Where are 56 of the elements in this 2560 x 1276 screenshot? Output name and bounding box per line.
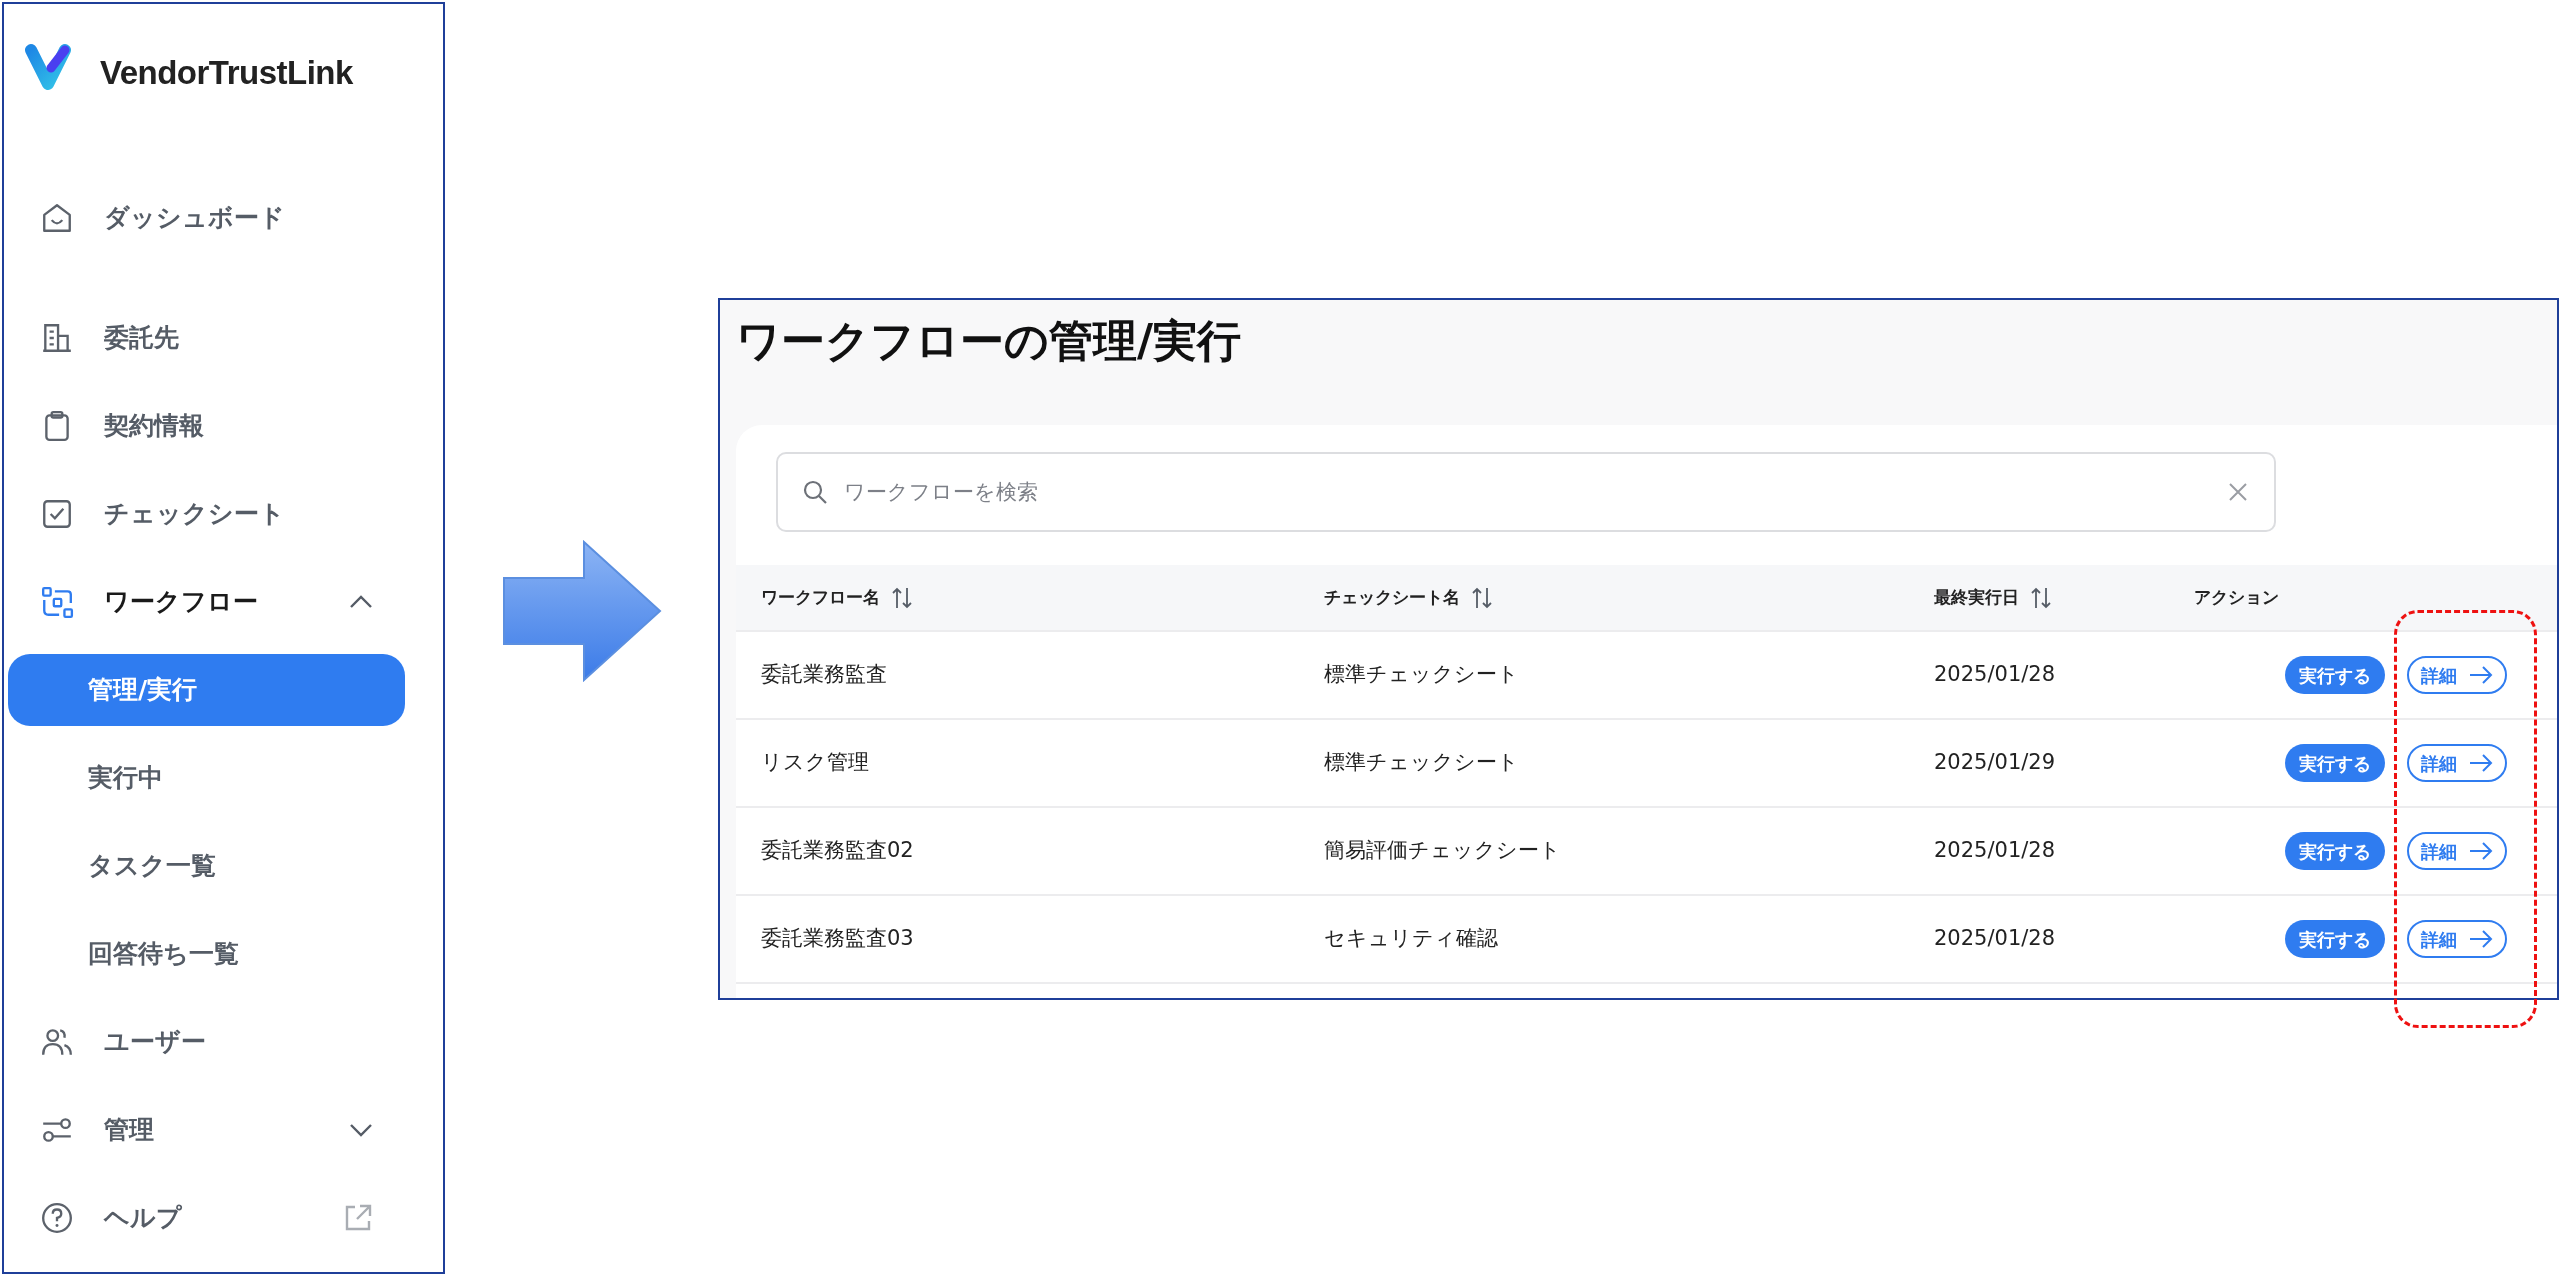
arrow-right-icon <box>2469 665 2493 685</box>
table-cell-text: セキュリティ確認 <box>1324 925 1499 953</box>
column-header[interactable]: ワークフロー名 <box>761 584 880 611</box>
detail-button[interactable]: 詳細 <box>2407 920 2507 958</box>
column-header[interactable]: アクション <box>2194 584 2279 611</box>
workflow-icon <box>40 585 74 619</box>
run-button[interactable]: 実行する <box>2285 744 2385 782</box>
chevron-down-icon <box>349 1123 373 1137</box>
run-button[interactable]: 実行する <box>2285 656 2385 694</box>
external-link-icon <box>343 1203 373 1233</box>
sidebar-item[interactable]: ヘルプ <box>4 1174 443 1262</box>
sidebar-item[interactable]: 委託先 <box>4 294 443 382</box>
home-icon <box>40 201 74 235</box>
detail-button[interactable]: 詳細 <box>2407 656 2507 694</box>
sidebar-item[interactable]: ダッシュボード <box>4 174 443 262</box>
sidebar-subitem[interactable]: 回答待ち一覧 <box>8 918 405 990</box>
sidebar-item[interactable]: チェックシート <box>4 470 443 558</box>
chevron-up-icon <box>349 595 373 609</box>
arrow-right-icon <box>2469 929 2493 949</box>
sort-icon[interactable] <box>2029 585 2053 610</box>
sidebar-subitem[interactable]: タスク一覧 <box>8 830 405 902</box>
table-cell-text: 2025/01/28 <box>1934 925 2057 953</box>
sidebar-subitem[interactable]: 実行中 <box>8 742 405 814</box>
table-cell-text: リスク管理 <box>761 749 870 777</box>
building-icon <box>40 321 74 355</box>
arrow-right-icon <box>2469 753 2493 773</box>
app-name: VendorTrustLink <box>100 56 353 89</box>
sort-icon[interactable] <box>890 585 914 610</box>
sidebar-item[interactable]: 契約情報 <box>4 382 443 470</box>
detail-button[interactable]: 詳細 <box>2407 744 2507 782</box>
clear-icon[interactable] <box>2228 482 2248 502</box>
search-field[interactable]: ワークフローを検索 <box>776 452 2276 532</box>
run-button[interactable]: 実行する <box>2285 920 2385 958</box>
table-cell-text: 委託業務監査03 <box>761 925 915 953</box>
table-cell-text: 2025/01/29 <box>1934 749 2057 777</box>
sort-icon[interactable] <box>1470 585 1494 610</box>
sidebar-item[interactable]: 管理 <box>4 1086 443 1174</box>
help-icon <box>40 1201 74 1235</box>
table-cell-text: 2025/01/28 <box>1934 661 2057 689</box>
arrow-right-icon <box>2469 841 2493 861</box>
sidebar-subitem[interactable]: 管理/実行 <box>8 654 405 726</box>
checkbox-icon <box>40 497 74 531</box>
column-header[interactable]: チェックシート名 <box>1324 584 1460 611</box>
table-cell-text: 標準チェックシート <box>1324 749 1520 777</box>
table-cell-text: 委託業務監査 <box>761 661 888 689</box>
table-cell-text: 2025/01/28 <box>1934 837 2057 865</box>
run-button[interactable]: 実行する <box>2285 832 2385 870</box>
sidebar-item[interactable]: ユーザー <box>4 998 443 1086</box>
sidebar-item[interactable]: ワークフロー <box>4 558 443 646</box>
column-header[interactable]: 最終実行日 <box>1934 584 2019 611</box>
detail-button[interactable]: 詳細 <box>2407 832 2507 870</box>
table-cell-text: 委託業務監査02 <box>761 837 915 865</box>
table-cell-text: 簡易評価チェックシート <box>1324 837 1562 865</box>
table-cell-text: 標準チェックシート <box>1324 661 1520 689</box>
page-title: ワークフローの管理/実行 <box>735 314 1243 368</box>
search-icon <box>802 479 828 505</box>
